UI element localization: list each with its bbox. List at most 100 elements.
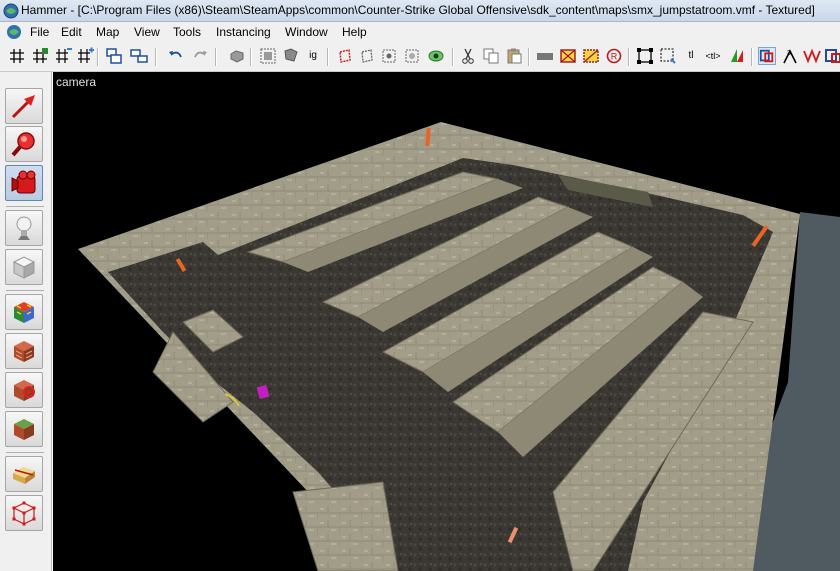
menu-view[interactable]: View — [132, 24, 162, 40]
models-2d-icon — [560, 49, 576, 63]
main-toolbar: ig R tl <tl> 3 — [0, 42, 840, 72]
magnify-tool-button[interactable] — [5, 126, 43, 162]
texture-scale-lock-icon — [284, 48, 298, 62]
window-title: Hammer - [C:\Program Files (x86)\Steam\S… — [21, 3, 815, 17]
group-icon — [130, 49, 148, 63]
redo-button[interactable] — [191, 47, 209, 65]
clipping-icon — [13, 467, 35, 484]
menu-window[interactable]: Window — [283, 24, 330, 40]
ignore-groups-button[interactable]: ig — [304, 47, 322, 65]
toggle-cordon-button[interactable] — [728, 47, 746, 65]
vertex-snap-icon — [825, 49, 840, 63]
palette-separator — [6, 452, 44, 453]
toggle-3d-axis-button[interactable]: 3 — [781, 47, 799, 65]
toolbar-separator — [751, 48, 753, 66]
palette-separator — [6, 206, 44, 207]
copy-button[interactable] — [482, 47, 500, 65]
toggle-model-fade-button[interactable] — [582, 47, 600, 65]
quick-visgroup-button[interactable] — [427, 47, 445, 65]
menu-tools[interactable]: Tools — [171, 24, 203, 40]
toggle-grid-button[interactable] — [8, 47, 26, 65]
viewport-label: camera — [56, 75, 97, 89]
copy-icon — [483, 48, 499, 64]
cut-button[interactable] — [459, 47, 477, 65]
show-selected-icon — [361, 49, 373, 63]
select-dotted-icon — [660, 48, 676, 64]
toggle-2d-skew-button[interactable] — [758, 47, 776, 65]
svg-text:3: 3 — [787, 50, 791, 57]
face-alignment-icon — [803, 48, 821, 64]
toggle-autoselect-button[interactable] — [659, 47, 677, 65]
toggle-texture-scale-lock-button[interactable] — [282, 47, 300, 65]
toolbar-separator — [97, 48, 99, 66]
group-button[interactable] — [130, 47, 148, 65]
hide-object-icon — [230, 50, 244, 63]
model-fade-icon — [583, 49, 599, 63]
show-connected-button[interactable] — [380, 47, 398, 65]
select-handles-icon — [637, 48, 653, 64]
menu-map[interactable]: Map — [94, 24, 121, 40]
vertex-manipulation-icon — [12, 501, 36, 526]
ignore-groups-label: ig — [309, 50, 317, 61]
tl-brackets-label: <tl> — [705, 51, 721, 61]
vertex-tool-button[interactable] — [5, 495, 43, 531]
lighting-preview-icon: R — [606, 48, 622, 64]
toggle-select-by-handles-button[interactable] — [636, 47, 654, 65]
toggle-texture-lock-brackets-button[interactable]: <tl> — [704, 47, 722, 65]
tl-label: tl — [688, 50, 694, 61]
selection-tool-button[interactable] — [5, 88, 43, 124]
cordon-icon — [731, 49, 743, 62]
hide-selected-button[interactable] — [228, 47, 246, 65]
camera-icon — [11, 170, 36, 194]
texture-application-tool-button[interactable] — [5, 294, 43, 330]
menu-edit[interactable]: Edit — [59, 24, 84, 40]
palette-separator — [6, 290, 44, 291]
visgroup-eye-icon — [428, 50, 444, 62]
toolbar-separator — [327, 48, 329, 66]
larger-grid-button[interactable] — [76, 47, 94, 65]
texture-lock-icon — [260, 48, 276, 64]
paste-button[interactable] — [505, 47, 523, 65]
toggle-texture-lock-text-button[interactable]: tl — [682, 47, 700, 65]
undo-button[interactable] — [167, 47, 185, 65]
camera-tool-button[interactable] — [5, 165, 43, 201]
helpers-icon — [537, 53, 553, 60]
quick-hide-button[interactable] — [403, 47, 421, 65]
overlay-icon — [14, 419, 34, 440]
overlay-tool-button[interactable] — [5, 411, 43, 447]
menu-file[interactable]: File — [28, 24, 51, 40]
menu-help[interactable]: Help — [340, 24, 369, 40]
toggle-texture-lock-button[interactable] — [259, 47, 277, 65]
toolbar-separator — [528, 48, 530, 66]
textured-3d-scene — [78, 122, 840, 571]
title-bar: Hammer - [C:\Program Files (x86)\Steam\S… — [0, 0, 840, 22]
decal-tool-button[interactable] — [5, 372, 43, 408]
toggle-face-alignment-button[interactable] — [803, 47, 821, 65]
document-system-menu-icon[interactable] — [6, 24, 22, 40]
show-connected-icon — [382, 49, 396, 63]
smaller-grid-button[interactable] — [54, 47, 72, 65]
toggle-vertex-snap-button[interactable] — [824, 47, 840, 65]
grid-icon — [10, 49, 24, 63]
skew-red-icon — [759, 49, 774, 63]
entity-tool-button[interactable] — [5, 210, 43, 246]
cut-scissors-icon — [462, 48, 474, 64]
grid-larger-icon — [78, 47, 94, 63]
apply-current-texture-tool-button[interactable] — [5, 333, 43, 369]
block-tool-button[interactable] — [5, 249, 43, 285]
hide-items-button[interactable] — [336, 47, 354, 65]
grid-smaller-icon — [56, 48, 72, 63]
toolbar-separator — [215, 48, 217, 66]
carve-icon — [106, 48, 122, 64]
magnify-icon — [11, 132, 35, 157]
redo-icon — [194, 51, 207, 58]
menu-instancing[interactable]: Instancing — [214, 24, 273, 40]
show-selected-button[interactable] — [358, 47, 376, 65]
carve-button[interactable] — [105, 47, 123, 65]
toggle-models-in-2d-button[interactable] — [559, 47, 577, 65]
clipping-tool-button[interactable] — [5, 456, 43, 492]
toggle-lighting-preview-button[interactable]: R — [605, 47, 623, 65]
camera-viewport[interactable]: camera — [53, 72, 840, 571]
toggle-3d-grid-button[interactable] — [31, 47, 49, 65]
toggle-helpers-button[interactable] — [536, 47, 554, 65]
